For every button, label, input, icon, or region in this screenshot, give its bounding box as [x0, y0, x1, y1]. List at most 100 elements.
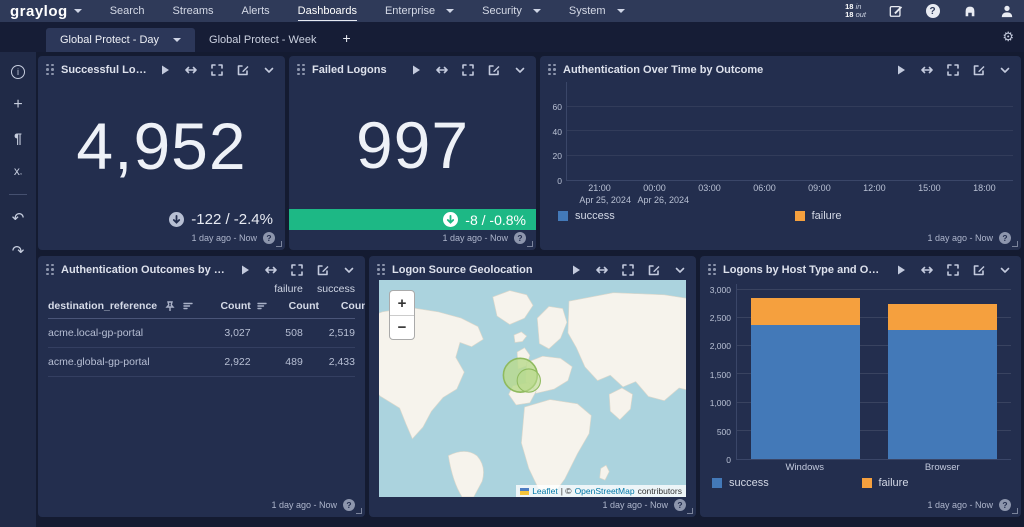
nav-item-security[interactable]: Security: [482, 2, 541, 21]
openstreetmap-link[interactable]: OpenStreetMap: [575, 486, 635, 496]
resize-handle[interactable]: [276, 241, 282, 247]
gear-icon[interactable]: ⚙: [1002, 29, 1014, 45]
sort-icon[interactable]: [257, 301, 267, 311]
paragraph-icon[interactable]: ¶: [8, 128, 28, 148]
resize-handle[interactable]: [687, 508, 693, 514]
edit-icon[interactable]: [236, 63, 249, 76]
resize-handle[interactable]: [527, 241, 533, 247]
legend-item-success[interactable]: success: [712, 477, 769, 489]
play-icon[interactable]: [894, 263, 907, 276]
resize-handle[interactable]: [1012, 508, 1018, 514]
metric-value: 4,952: [76, 108, 246, 184]
resize-handle[interactable]: [1012, 241, 1018, 247]
edit-icon[interactable]: [487, 63, 500, 76]
play-icon[interactable]: [158, 63, 171, 76]
data-table: failure success destination_reference: [38, 280, 365, 497]
nav-item-enterprise[interactable]: Enterprise: [385, 2, 454, 21]
arrows-horizontal-icon[interactable]: [920, 63, 933, 76]
widget-title: Successful Logons: [61, 64, 148, 76]
help-icon[interactable]: ?: [263, 232, 275, 244]
arrows-horizontal-icon[interactable]: [264, 263, 277, 276]
column-header-count[interactable]: Count: [193, 300, 267, 312]
edit-dashboard-icon[interactable]: [888, 4, 903, 19]
fullscreen-icon[interactable]: [290, 263, 303, 276]
variable-icon[interactable]: x,: [8, 161, 28, 181]
fullscreen-icon[interactable]: [946, 263, 959, 276]
edit-icon[interactable]: [316, 263, 329, 276]
play-icon[interactable]: [894, 63, 907, 76]
tab-global-protect-day[interactable]: Global Protect - Day: [46, 28, 195, 52]
edit-icon[interactable]: [972, 263, 985, 276]
world-map[interactable]: + − Leaflet | © OpenStreetMap contributo…: [379, 280, 686, 497]
nav-item-search[interactable]: Search: [110, 2, 145, 21]
drag-handle-icon[interactable]: [46, 64, 54, 76]
leaflet-link[interactable]: Leaflet: [532, 486, 558, 496]
chevron-down-icon[interactable]: [673, 263, 686, 276]
pin-icon[interactable]: [165, 301, 175, 311]
category-label: Browser: [925, 462, 960, 473]
arrows-horizontal-icon[interactable]: [184, 63, 197, 76]
play-icon[interactable]: [238, 263, 251, 276]
edit-icon[interactable]: [647, 263, 660, 276]
geo-marker[interactable]: [517, 369, 540, 392]
arrows-horizontal-icon[interactable]: [920, 263, 933, 276]
widget-successful-logons: Successful Logons 4,952 -122 / -2.4% 1 d…: [38, 56, 285, 250]
map-attribution: Leaflet | © OpenStreetMap contributors: [516, 485, 686, 497]
nav-item-streams[interactable]: Streams: [173, 2, 214, 21]
chevron-down-icon[interactable]: [342, 263, 355, 276]
legend-swatch: [558, 211, 568, 221]
undo-icon[interactable]: ↶: [8, 208, 28, 228]
zoom-out-button[interactable]: −: [390, 315, 414, 339]
add-tab-button[interactable]: +: [330, 26, 362, 52]
drag-handle-icon[interactable]: [46, 264, 54, 276]
drag-handle-icon[interactable]: [708, 264, 716, 276]
fullscreen-icon[interactable]: [210, 63, 223, 76]
drag-handle-icon[interactable]: [377, 264, 385, 276]
resize-handle[interactable]: [356, 508, 362, 514]
help-icon[interactable]: ?: [514, 232, 526, 244]
fullscreen-icon[interactable]: [946, 63, 959, 76]
chevron-down-icon: [173, 38, 181, 42]
legend-item-failure[interactable]: failure: [795, 210, 842, 222]
chevron-down-icon[interactable]: [998, 63, 1011, 76]
play-icon[interactable]: [409, 63, 422, 76]
drag-handle-icon[interactable]: [297, 64, 305, 76]
column-header-destination[interactable]: destination_reference: [48, 300, 193, 312]
table-row: acme.local-gp-portal3,0275082,519: [48, 319, 355, 348]
arrows-horizontal-icon[interactable]: [595, 263, 608, 276]
add-widget-icon[interactable]: +: [8, 95, 28, 115]
fullscreen-icon[interactable]: [461, 63, 474, 76]
user-icon[interactable]: [999, 4, 1014, 19]
redo-icon[interactable]: ↷: [8, 241, 28, 261]
column-header-success-count[interactable]: Count: [319, 300, 365, 312]
help-icon[interactable]: ?: [999, 499, 1011, 511]
home-icon[interactable]: [962, 4, 977, 19]
dashboard-tab-bar: Global Protect - Day Global Protect - We…: [0, 22, 1024, 52]
help-icon[interactable]: ?: [999, 232, 1011, 244]
info-icon[interactable]: i: [8, 62, 28, 82]
graylog-logo[interactable]: graylog: [10, 3, 82, 20]
throughput-indicator[interactable]: 18 in 18 out: [845, 3, 866, 20]
chevron-down-icon[interactable]: [998, 263, 1011, 276]
edit-icon[interactable]: [972, 63, 985, 76]
nav-item-system[interactable]: System: [569, 2, 625, 21]
chevron-down-icon[interactable]: [262, 63, 275, 76]
nav-item-alerts[interactable]: Alerts: [242, 2, 270, 21]
tab-global-protect-week[interactable]: Global Protect - Week: [195, 28, 330, 52]
widget-title: Logons by Host Type and Outcome: [723, 264, 884, 276]
nav-item-dashboards[interactable]: Dashboards: [298, 2, 357, 21]
drag-handle-icon[interactable]: [548, 64, 556, 76]
fullscreen-icon[interactable]: [621, 263, 634, 276]
play-icon[interactable]: [569, 263, 582, 276]
arrows-horizontal-icon[interactable]: [435, 63, 448, 76]
widget-title: Logon Source Geolocation: [392, 264, 559, 276]
help-icon[interactable]: ?: [674, 499, 686, 511]
sort-icon[interactable]: [183, 301, 193, 311]
legend-item-success[interactable]: success: [558, 210, 615, 222]
legend-item-failure[interactable]: failure: [862, 477, 909, 489]
help-icon[interactable]: ?: [925, 4, 940, 19]
column-header-failure-count[interactable]: Count: [267, 300, 319, 312]
help-icon[interactable]: ?: [343, 499, 355, 511]
chevron-down-icon[interactable]: [513, 63, 526, 76]
zoom-in-button[interactable]: +: [390, 291, 414, 315]
